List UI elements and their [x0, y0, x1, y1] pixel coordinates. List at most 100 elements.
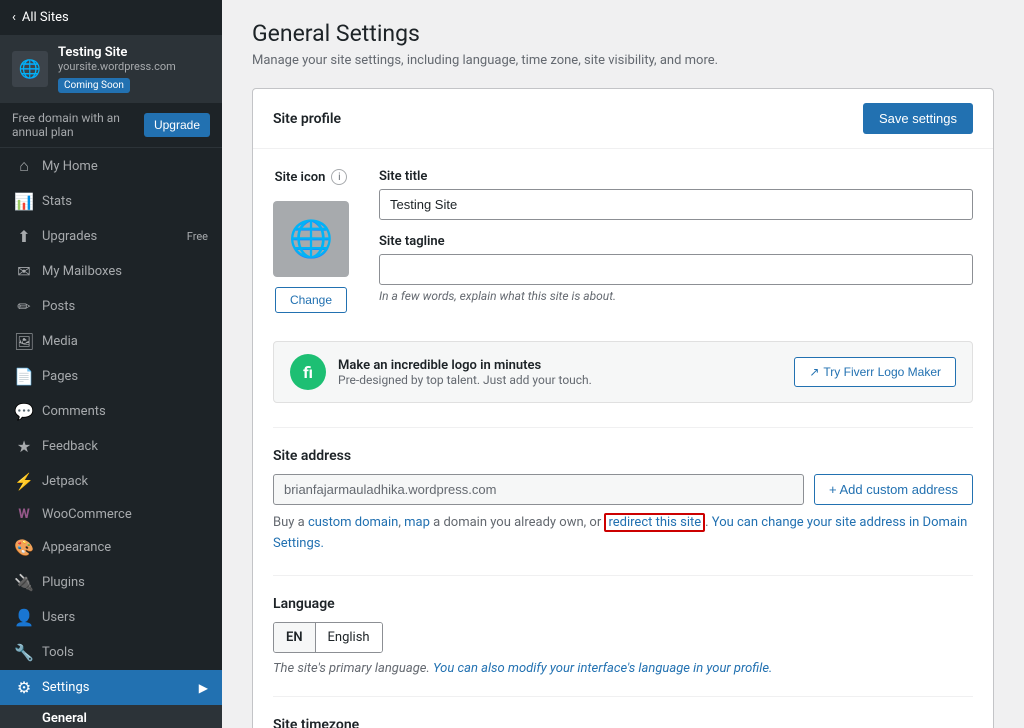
redirect-site-link[interactable]: redirect this site	[604, 513, 705, 532]
language-row[interactable]: EN English	[273, 622, 383, 653]
site-tagline-hint: In a few words, explain what this site i…	[379, 289, 973, 303]
sidebar-item-label: Jetpack	[42, 474, 208, 489]
site-title-input[interactable]	[379, 189, 973, 220]
site-tagline-input[interactable]	[379, 254, 973, 285]
upgrade-button[interactable]: Upgrade	[144, 113, 210, 137]
sidebar-item-label: Media	[42, 334, 208, 349]
coming-soon-badge: Coming Soon	[58, 78, 130, 93]
map-domain-link[interactable]: map	[404, 515, 430, 530]
comments-icon: 💬	[14, 402, 34, 421]
address-links: Buy a custom domain, map a domain you al…	[273, 513, 973, 555]
fiverr-btn-label: Try Fiverr Logo Maker	[823, 365, 941, 379]
site-icon-preview: 🌐	[273, 201, 349, 277]
modify-language-link[interactable]: You can also modify your interface's lan…	[433, 661, 772, 676]
site-address-section: Site address + Add custom address Buy a …	[273, 448, 973, 555]
all-sites-label: All Sites	[22, 10, 69, 25]
sidebar-item-label: Settings	[42, 680, 191, 695]
all-sites-back[interactable]: ‹ All Sites	[0, 0, 222, 35]
upgrade-text: Free domain with an annual plan	[12, 111, 144, 139]
sidebar-item-upgrades[interactable]: ⬆ Upgrades Free	[0, 219, 222, 254]
sidebar-item-label: Posts	[42, 299, 208, 314]
fiverr-logo-maker-button[interactable]: ↗ Try Fiverr Logo Maker	[794, 357, 956, 387]
sidebar-item-comments[interactable]: 💬 Comments	[0, 394, 222, 429]
sidebar-item-users[interactable]: 👤 Users	[0, 600, 222, 635]
site-icon-info-icon[interactable]: i	[331, 169, 347, 185]
fiverr-banner: fi Make an incredible logo in minutes Pr…	[273, 341, 973, 403]
sidebar-item-label: Pages	[42, 369, 208, 384]
sidebar: ‹ All Sites 🌐 Testing Site yoursite.word…	[0, 0, 222, 728]
pages-icon: 📄	[14, 367, 34, 386]
woocommerce-icon: W	[14, 507, 34, 522]
settings-card: Site profile Save settings Site icon i 🌐…	[252, 88, 994, 728]
site-url: yoursite.wordpress.com	[58, 60, 210, 73]
language-label: Language	[273, 596, 973, 612]
sidebar-item-stats[interactable]: 📊 Stats	[0, 184, 222, 219]
sidebar-item-label: Feedback	[42, 439, 208, 454]
sidebar-item-pages[interactable]: 📄 Pages	[0, 359, 222, 394]
jetpack-icon: ⚡	[14, 472, 34, 491]
site-profile-section: Site icon i 🌐 Change Site title Site tag…	[273, 169, 973, 317]
card-body: Site icon i 🌐 Change Site title Site tag…	[253, 149, 993, 728]
sidebar-item-label: Stats	[42, 194, 208, 209]
site-tagline-group: Site tagline In a few words, explain wha…	[379, 234, 973, 303]
sidebar-item-label: My Mailboxes	[42, 264, 208, 279]
fiverr-icon: fi	[290, 354, 326, 390]
chevron-left-icon: ‹	[12, 10, 16, 25]
settings-submenu: General Writing Reading Discussion	[0, 705, 222, 728]
feedback-icon: ★	[14, 437, 34, 456]
submenu-item-general[interactable]: General	[0, 705, 222, 728]
external-link-icon: ↗	[809, 365, 819, 379]
sidebar-item-label: WooCommerce	[42, 507, 208, 522]
sidebar-item-label: My Home	[42, 159, 208, 174]
card-header-title: Site profile	[273, 111, 341, 127]
site-avatar-icon: 🌐	[12, 51, 48, 87]
sidebar-item-plugins[interactable]: 🔌 Plugins	[0, 565, 222, 600]
site-icon-block: Site icon i 🌐 Change	[273, 169, 349, 317]
timezone-section: Site timezone Jakarta ⌄ Choose a city in…	[273, 717, 973, 728]
sidebar-item-posts[interactable]: ✏ Posts	[0, 289, 222, 324]
site-tagline-label: Site tagline	[379, 234, 973, 249]
sidebar-item-woocommerce[interactable]: W WooCommerce	[0, 499, 222, 530]
site-card: 🌐 Testing Site yoursite.wordpress.com Co…	[0, 35, 222, 103]
change-icon-button[interactable]: Change	[275, 287, 347, 313]
site-name: Testing Site	[58, 45, 210, 60]
card-header: Site profile Save settings	[253, 89, 993, 149]
save-settings-button[interactable]: Save settings	[863, 103, 973, 134]
sidebar-item-appearance[interactable]: 🎨 Appearance	[0, 530, 222, 565]
sidebar-item-label: Users	[42, 610, 208, 625]
sidebar-item-label: Comments	[42, 404, 208, 419]
sidebar-item-my-mailboxes[interactable]: ✉ My Mailboxes	[0, 254, 222, 289]
sidebar-item-media[interactable]: 🖼 Media	[0, 324, 222, 359]
fiverr-title: Make an incredible logo in minutes	[338, 358, 592, 373]
sidebar-item-my-home[interactable]: ⌂ My Home	[0, 148, 222, 184]
upgrades-icon: ⬆	[14, 227, 34, 246]
custom-domain-link[interactable]: custom domain	[308, 515, 398, 530]
page-subtitle: Manage your site settings, including lan…	[252, 53, 994, 68]
stats-icon: 📊	[14, 192, 34, 211]
language-prefix: EN	[274, 623, 316, 652]
language-value: English	[316, 623, 382, 652]
sidebar-item-jetpack[interactable]: ⚡ Jetpack	[0, 464, 222, 499]
plugins-icon: 🔌	[14, 573, 34, 592]
add-custom-address-button[interactable]: + Add custom address	[814, 474, 973, 505]
site-address-input[interactable]	[273, 474, 804, 505]
upgrade-banner: Free domain with an annual plan Upgrade	[0, 103, 222, 148]
site-fields: Site title Site tagline In a few words, …	[379, 169, 973, 317]
users-icon: 👤	[14, 608, 34, 627]
fiverr-subtitle: Pre-designed by top talent. Just add you…	[338, 373, 592, 387]
sidebar-item-feedback[interactable]: ★ Feedback	[0, 429, 222, 464]
appearance-icon: 🎨	[14, 538, 34, 557]
sidebar-item-tools[interactable]: 🔧 Tools	[0, 635, 222, 670]
site-info: Testing Site yoursite.wordpress.com Comi…	[58, 45, 210, 93]
sidebar-item-label: Plugins	[42, 575, 208, 590]
posts-icon: ✏	[14, 297, 34, 316]
home-icon: ⌂	[14, 156, 34, 176]
sidebar-item-settings[interactable]: ⚙ Settings ▶	[0, 670, 222, 705]
site-title-group: Site title	[379, 169, 973, 220]
main-content: General Settings Manage your site settin…	[222, 0, 1024, 728]
fiverr-text: Make an incredible logo in minutes Pre-d…	[338, 358, 592, 387]
language-section: Language EN English The site's primary l…	[273, 596, 973, 676]
upgrades-badge: Free	[187, 230, 208, 243]
sidebar-item-label: Appearance	[42, 540, 208, 555]
address-row: + Add custom address	[273, 474, 973, 505]
